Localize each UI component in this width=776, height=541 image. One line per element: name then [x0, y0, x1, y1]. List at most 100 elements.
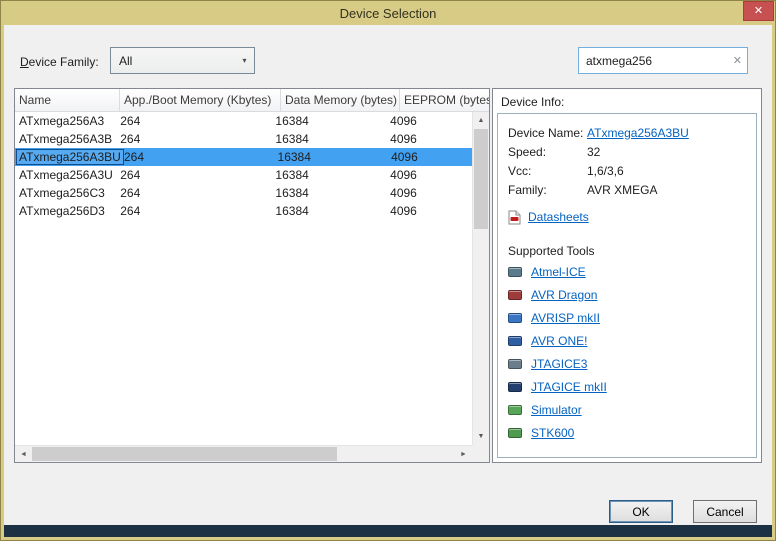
device-family-dropdown[interactable]: All ▾ — [110, 47, 255, 74]
simulator-icon — [508, 405, 522, 415]
cell-app-boot-memory: 264 — [116, 204, 271, 218]
avr-one-icon — [508, 336, 522, 346]
tool-item: AVR Dragon — [508, 283, 750, 306]
field-speed: Speed: 32 — [508, 142, 750, 161]
field-device-name: Device Name: ATxmega256A3BU — [508, 123, 750, 142]
field-label: Vcc: — [508, 164, 587, 178]
supported-tools-list: Atmel-ICE AVR Dragon AVRISP mkII AVR ONE! JT… — [508, 260, 750, 444]
field-vcc: Vcc: 1,6/3,6 — [508, 161, 750, 180]
scroll-right-icon[interactable]: ► — [455, 446, 472, 462]
tool-link[interactable]: JTAGICE3 — [531, 357, 587, 371]
table-row[interactable]: ATxmega256C3264163844096 — [15, 184, 472, 202]
tool-link[interactable]: JTAGICE mkII — [531, 380, 607, 394]
datasheets-row: Datasheets — [508, 206, 750, 228]
vertical-scrollbar-thumb[interactable] — [474, 129, 488, 229]
table-header: NameApp./Boot Memory (Kbytes)Data Memory… — [15, 89, 489, 112]
cell-eeprom: 4096 — [387, 150, 472, 164]
device-info-box: Device Name: ATxmega256A3BU Speed: 32 Vc… — [497, 113, 757, 458]
cell-eeprom: 4096 — [386, 186, 472, 200]
cell-name: ATxmega256A3 — [15, 114, 116, 128]
tool-link[interactable]: Atmel-ICE — [531, 265, 586, 279]
scroll-up-icon[interactable]: ▲ — [473, 112, 489, 129]
table-row[interactable]: ATxmega256A3264163844096 — [15, 112, 472, 130]
cell-app-boot-memory: 264 — [116, 186, 271, 200]
supported-tools-heading: Supported Tools — [508, 242, 750, 260]
cell-name: ATxmega256A3B — [15, 132, 116, 146]
cell-data-memory: 16384 — [271, 132, 386, 146]
table-row[interactable]: ATxmega256A3U264163844096 — [15, 166, 472, 184]
horizontal-scrollbar-thumb[interactable] — [32, 447, 337, 461]
table-body: ATxmega256A3264163844096ATxmega256A3B264… — [15, 112, 472, 445]
device-table: NameApp./Boot Memory (Kbytes)Data Memory… — [14, 88, 490, 463]
close-button[interactable]: ✕ — [743, 1, 774, 21]
scroll-left-icon[interactable]: ◄ — [15, 446, 32, 462]
close-icon: ✕ — [754, 5, 763, 17]
dialog-body: Device Family: All ▾ ✕ NameApp./Boot Mem… — [4, 25, 772, 525]
tool-item: STK600 — [508, 421, 750, 444]
cell-app-boot-memory: 264 — [116, 168, 271, 182]
tool-link[interactable]: STK600 — [531, 426, 574, 440]
tool-link[interactable]: AVRISP mkII — [531, 311, 600, 325]
cell-name: ATxmega256A3BU — [15, 149, 120, 165]
tool-link[interactable]: Simulator — [531, 403, 582, 417]
column-header[interactable]: EEPROM (bytes) — [400, 89, 489, 111]
tool-item: JTAGICE mkII — [508, 375, 750, 398]
focused-cell-box: ATxmega256A3BU — [16, 149, 124, 165]
scroll-down-icon[interactable]: ▼ — [473, 428, 489, 445]
footer-strip — [4, 525, 772, 537]
device-family-label: Device Family: — [20, 55, 99, 69]
ok-button[interactable]: OK — [609, 500, 673, 523]
cell-data-memory: 16384 — [271, 186, 386, 200]
cancel-button[interactable]: Cancel — [693, 500, 757, 523]
device-info-panel: Device Info: Device Name: ATxmega256A3BU… — [492, 88, 762, 463]
cell-eeprom: 4096 — [386, 204, 472, 218]
cell-eeprom: 4096 — [386, 114, 472, 128]
column-header[interactable]: Data Memory (bytes) — [281, 89, 400, 111]
cell-data-memory: 16384 — [271, 204, 386, 218]
cell-name: ATxmega256D3 — [15, 204, 116, 218]
vertical-scrollbar[interactable]: ▲ ▼ — [472, 112, 489, 445]
titlebar[interactable]: Device Selection ✕ — [1, 1, 775, 25]
cell-data-memory: 16384 — [271, 168, 386, 182]
field-value: 32 — [587, 145, 600, 159]
tool-item: AVRISP mkII — [508, 306, 750, 329]
cell-app-boot-memory: 264 — [116, 114, 271, 128]
device-family-value: All — [119, 54, 132, 68]
cell-name: ATxmega256A3U — [15, 168, 116, 182]
datasheets-link[interactable]: Datasheets — [528, 210, 589, 224]
device-selection-window: Device Selection ✕ Device Family: All ▾ … — [0, 0, 776, 541]
chevron-down-icon: ▾ — [235, 48, 254, 73]
table-row[interactable]: ATxmega256A3B264163844096 — [15, 130, 472, 148]
cell-data-memory: 16384 — [274, 150, 388, 164]
cell-data-memory: 16384 — [271, 114, 386, 128]
jtagice-mkii-icon — [508, 382, 522, 392]
table-row[interactable]: ATxmega256D3264163844096 — [15, 202, 472, 220]
table-row[interactable]: ATxmega256A3BU264163844096 — [15, 148, 472, 166]
tool-item: Simulator — [508, 398, 750, 421]
column-header[interactable]: Name — [15, 89, 120, 111]
cell-app-boot-memory: 264 — [116, 132, 271, 146]
field-label: Family: — [508, 183, 587, 197]
field-value: AVR XMEGA — [587, 183, 657, 197]
cell-name: ATxmega256C3 — [15, 186, 116, 200]
cell-app-boot-memory: 264 — [120, 150, 274, 164]
column-header[interactable]: App./Boot Memory (Kbytes) — [120, 89, 281, 111]
tool-item: Atmel-ICE — [508, 260, 750, 283]
device-info-heading: Device Info: — [501, 95, 564, 109]
jtagice3-icon — [508, 359, 522, 369]
stk600-icon — [508, 428, 522, 438]
tool-link[interactable]: AVR Dragon — [531, 288, 597, 302]
search-input[interactable] — [586, 52, 724, 69]
field-family: Family: AVR XMEGA — [508, 180, 750, 199]
search-box: ✕ — [578, 47, 748, 74]
field-label: Device Name: — [508, 126, 587, 140]
clear-search-icon[interactable]: ✕ — [733, 54, 742, 67]
device-name-link[interactable]: ATxmega256A3BU — [587, 126, 689, 140]
pdf-icon — [508, 210, 521, 225]
horizontal-scrollbar[interactable]: ◄ ► — [15, 445, 472, 462]
avr-dragon-icon — [508, 290, 522, 300]
field-value: 1,6/3,6 — [587, 164, 624, 178]
tool-link[interactable]: AVR ONE! — [531, 334, 587, 348]
window-title: Device Selection — [1, 6, 775, 21]
tool-item: AVR ONE! — [508, 329, 750, 352]
